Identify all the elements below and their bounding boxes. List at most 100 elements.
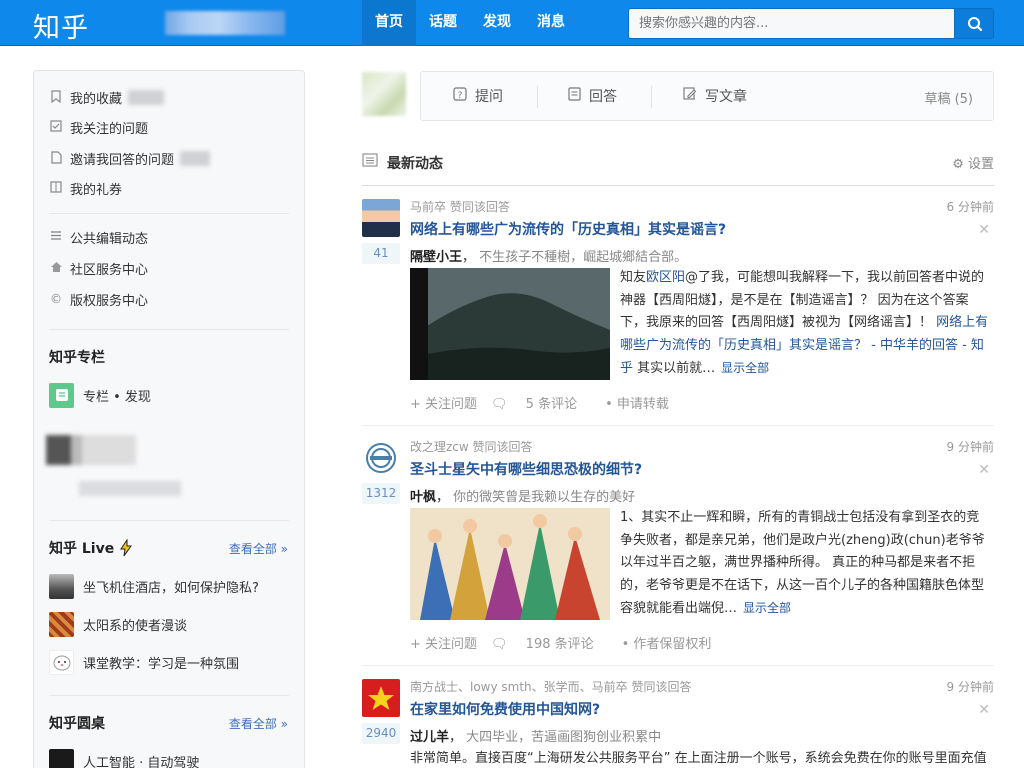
follow-question-button[interactable]: + 关注问题 bbox=[410, 393, 477, 412]
sidebar-item-label: 版权服务中心 bbox=[70, 293, 149, 309]
sidebar-item-label: 公共编辑动态 bbox=[70, 231, 149, 247]
close-icon[interactable]: ✕ bbox=[978, 462, 990, 478]
feed-time: 9 分钟前 bbox=[946, 680, 994, 694]
divider bbox=[49, 329, 289, 330]
sidebar-item-label: 我关注的问题 bbox=[70, 121, 149, 137]
zhihu-logo[interactable]: 知乎 bbox=[33, 6, 89, 45]
author-name[interactable]: 过儿羊 bbox=[410, 730, 449, 745]
roundtable-see-all-link[interactable]: 查看全部 » bbox=[229, 715, 288, 732]
pencil-icon bbox=[683, 87, 697, 105]
comment-icon: 🗨 bbox=[491, 637, 512, 652]
blurred-content bbox=[46, 435, 136, 465]
avatar[interactable] bbox=[362, 679, 400, 717]
summary-text: 知友 bbox=[620, 270, 647, 285]
feed-actions: + 关注问题 🗨 198 条评论 • 作者保留权利 bbox=[410, 633, 725, 652]
drafts-link[interactable]: 草稿 (5) bbox=[924, 88, 973, 107]
column-discover-link[interactable]: 专栏 • 发现 bbox=[49, 382, 151, 408]
left-sidebar: 我的收藏 我关注的问题 邀请我回答的问题 我的礼券 公共编辑动态 社区服务中心 bbox=[33, 70, 305, 768]
sidebar-item-invitations[interactable]: 邀请我回答的问题 bbox=[49, 148, 211, 168]
nav-topics[interactable]: 话题 bbox=[416, 0, 470, 46]
sidebar-item-label: 社区服务中心 bbox=[70, 262, 149, 278]
answer-summary[interactable]: 非常简单。直接百度“上海研发公共服务平台” 在上面注册一个账号，系统会免费在你的… bbox=[410, 748, 992, 768]
comments-button[interactable]: 🗨 198 条评论 bbox=[491, 633, 608, 652]
search-icon bbox=[968, 17, 983, 32]
divider bbox=[49, 695, 289, 696]
avatar[interactable] bbox=[362, 199, 400, 237]
avatar[interactable] bbox=[362, 72, 406, 116]
sidebar-item-label: 我的收藏 bbox=[70, 91, 123, 107]
author-bio: 你的微笑曾是我赖以生存的美好 bbox=[453, 490, 636, 505]
blurred-content bbox=[79, 481, 181, 496]
live-thumbnail bbox=[49, 649, 74, 675]
live-see-all-link[interactable]: 查看全部 » bbox=[229, 540, 288, 557]
live-thumbnail bbox=[49, 611, 74, 637]
sidebar-item-public-edits[interactable]: 公共编辑动态 bbox=[49, 227, 148, 247]
close-icon[interactable]: ✕ bbox=[978, 702, 990, 718]
live-item[interactable]: 课堂教学：学习是一种氛围 bbox=[49, 649, 239, 675]
reprint-button[interactable]: • 申请转载 bbox=[605, 393, 669, 412]
roundtable-item[interactable]: 人工智能 · 自动驾驶 bbox=[49, 748, 199, 768]
sidebar-item-coupons[interactable]: 我的礼券 bbox=[49, 178, 122, 198]
nav-explore[interactable]: 发现 bbox=[470, 0, 524, 46]
nav-messages[interactable]: 消息 bbox=[524, 0, 578, 46]
sidebar-item-favorites[interactable]: 我的收藏 bbox=[49, 87, 165, 107]
column-icon bbox=[49, 382, 74, 408]
sidebar-item-copyright-center[interactable]: © 版权服务中心 bbox=[49, 289, 148, 309]
answer-image[interactable] bbox=[410, 268, 610, 380]
comment-icon: 🗨 bbox=[491, 397, 512, 412]
answer-author: 叶枫， 你的微笑曾是我赖以生存的美好 bbox=[410, 490, 636, 505]
comments-label: 198 条评论 bbox=[525, 637, 594, 652]
live-item-title: 太阳系的使者漫谈 bbox=[83, 618, 188, 634]
comments-button[interactable]: 🗨 5 条评论 bbox=[491, 393, 591, 412]
vote-count[interactable]: 2940 bbox=[362, 723, 400, 744]
live-item[interactable]: 太阳系的使者漫谈 bbox=[49, 611, 187, 637]
live-section-title: 知乎 Live bbox=[49, 538, 134, 558]
roundtable-thumbnail bbox=[49, 748, 74, 768]
write-article-label: 写文章 bbox=[705, 89, 747, 105]
feed-meta[interactable]: 马前卒 赞同该回答 bbox=[410, 198, 510, 215]
live-title-text: 知乎 Live bbox=[49, 541, 115, 557]
roundtable-section-title: 知乎圆桌 bbox=[49, 716, 105, 732]
show-all-link[interactable]: 显示全部 bbox=[721, 361, 769, 375]
question-title[interactable]: 网络上有哪些广为流传的「历史真相」其实是谣言? bbox=[410, 219, 726, 239]
summary-text: 其实以前就… bbox=[633, 361, 716, 376]
mention-link[interactable]: 欧区阳 bbox=[646, 270, 685, 285]
author-name[interactable]: 叶枫 bbox=[410, 490, 436, 505]
question-icon: ? bbox=[453, 87, 467, 105]
feed-time: 6 分钟前 bbox=[946, 200, 994, 214]
ask-button[interactable]: ? 提问 bbox=[453, 86, 503, 106]
copyright-icon: © bbox=[50, 292, 62, 306]
list-icon bbox=[49, 230, 63, 244]
mountain-image bbox=[410, 268, 610, 380]
close-icon[interactable]: ✕ bbox=[978, 222, 990, 238]
author-bio: 不生孩子不種樹，崛起城鄉結合部。 bbox=[479, 250, 688, 265]
show-all-link[interactable]: 显示全部 bbox=[743, 601, 791, 615]
answer-author: 过儿羊， 大四毕业，苦逼画图狗创业积累中 bbox=[410, 730, 662, 745]
sidebar-item-followed-questions[interactable]: 我关注的问题 bbox=[49, 117, 148, 137]
avatar[interactable] bbox=[362, 439, 400, 477]
feed-header: 最新动态 ⚙ 设置 bbox=[362, 150, 994, 186]
write-article-button[interactable]: 写文章 bbox=[683, 86, 747, 106]
answer-image[interactable] bbox=[410, 508, 610, 620]
vote-count[interactable]: 1312 bbox=[362, 483, 400, 504]
answer-button[interactable]: 回答 bbox=[568, 86, 617, 106]
live-item[interactable]: 坐飞机住酒店，如何保护隐私? bbox=[49, 573, 259, 599]
question-title[interactable]: 在家里如何免费使用中国知网? bbox=[410, 699, 600, 719]
author-bio: 大四毕业，苦逼画图狗创业积累中 bbox=[466, 730, 662, 745]
feed-meta[interactable]: 改之理zcw 赞同该回答 bbox=[410, 438, 533, 455]
divider bbox=[49, 213, 289, 214]
follow-question-button[interactable]: + 关注问题 bbox=[410, 633, 477, 652]
search-input[interactable] bbox=[628, 8, 954, 39]
vote-count[interactable]: 41 bbox=[362, 243, 400, 264]
search-button[interactable] bbox=[954, 8, 994, 39]
answer-summary[interactable]: 知友欧区阳@了我，可能想叫我解释一下，我以前回答者中说的神器【西周阳燧】，是不是… bbox=[620, 267, 992, 381]
author-name[interactable]: 隔壁小王 bbox=[410, 250, 462, 265]
separator bbox=[537, 86, 538, 108]
question-title[interactable]: 圣斗士星矢中有哪些细思恐极的细节? bbox=[410, 459, 642, 479]
sidebar-item-community-center[interactable]: 社区服务中心 bbox=[49, 258, 148, 278]
live-thumbnail bbox=[49, 573, 74, 599]
nav-home[interactable]: 首页 bbox=[362, 0, 416, 46]
answer-summary[interactable]: 1、其实不止一辉和瞬，所有的青铜战士包括没有拿到圣衣的竞争失败者，都是亲兄弟，他… bbox=[620, 507, 992, 621]
feed-settings-button[interactable]: ⚙ 设置 bbox=[952, 153, 994, 172]
feed-meta[interactable]: 南方战士、lowy smth、张学而、马前卒 赞同该回答 bbox=[410, 678, 691, 695]
